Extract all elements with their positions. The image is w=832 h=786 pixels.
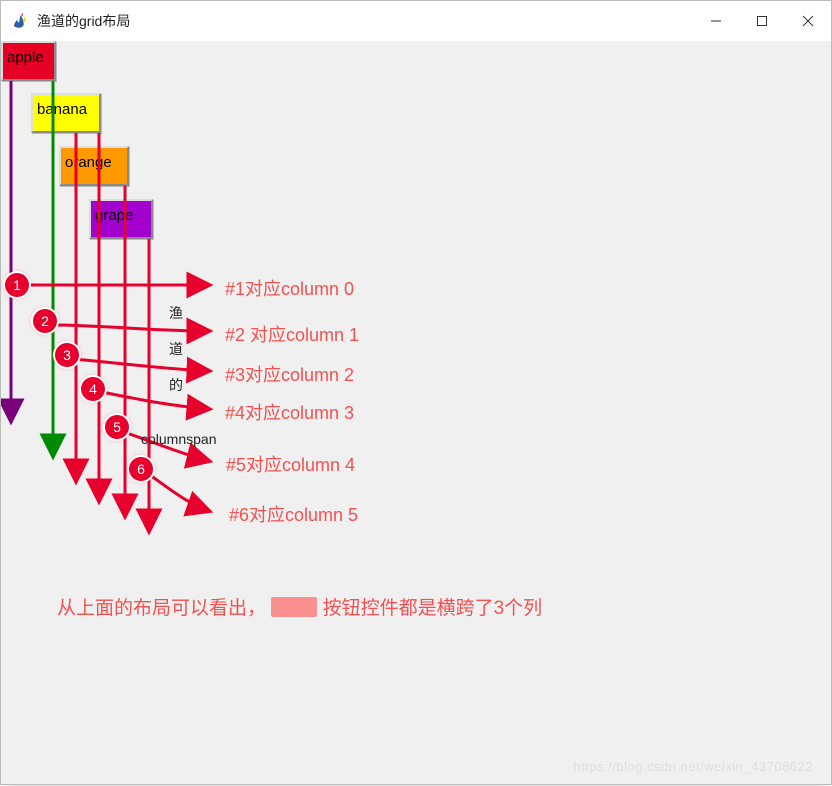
arrow-to-col3 <box>97 391 209 409</box>
button-grape[interactable]: grape <box>89 199 153 239</box>
side-label-dao: 道 <box>169 339 183 359</box>
arrow-to-col2 <box>73 359 209 371</box>
button-banana[interactable]: banana <box>31 93 101 133</box>
title-bar-left: 渔道的grid布局 <box>1 11 130 31</box>
marker-4: 4 <box>81 377 105 401</box>
label-col2: #3对应column 2 <box>225 361 354 387</box>
watermark: https://blog.csdn.net/weixin_43708622 <box>573 759 813 774</box>
arrow-to-col5 <box>147 473 209 511</box>
button-apple[interactable]: apple <box>1 41 56 81</box>
arrow-to-col1 <box>53 325 209 331</box>
side-label-de: 的 <box>169 375 183 395</box>
marker-5: 5 <box>105 415 129 439</box>
footer-pre: 从上面的布局可以看出， <box>57 598 266 619</box>
marker-2: 2 <box>33 309 57 333</box>
button-orange[interactable]: orange <box>59 146 129 186</box>
window-title: 渔道的grid布局 <box>37 11 130 31</box>
maximize-button[interactable] <box>739 1 785 41</box>
marker-1: 1 <box>5 273 29 297</box>
title-bar-controls <box>693 1 831 41</box>
side-label-columnspan: columnspan <box>141 431 217 447</box>
label-col0: #1对应column 0 <box>225 275 354 301</box>
app-icon <box>11 12 29 30</box>
footer-post: 按钮控件都是横跨了3个列 <box>323 598 543 619</box>
footer-redacted <box>271 597 317 617</box>
footer-text: 从上面的布局可以看出， 按钮控件都是横跨了3个列 <box>57 593 542 620</box>
marker-6: 6 <box>129 457 153 481</box>
marker-3: 3 <box>55 343 79 367</box>
side-label-yu: 渔 <box>169 303 183 323</box>
label-col5: #6对应column 5 <box>229 501 358 527</box>
minimize-button[interactable] <box>693 1 739 41</box>
client-area: apple banana orange grape <box>1 41 831 784</box>
label-col4: #5对应column 4 <box>226 451 355 477</box>
close-button[interactable] <box>785 1 831 41</box>
label-col1: #2 对应column 1 <box>225 321 359 347</box>
window-frame: 渔道的grid布局 apple banana orange grape <box>0 0 832 785</box>
label-col3: #4对应column 3 <box>225 399 354 425</box>
title-bar: 渔道的grid布局 <box>1 1 831 42</box>
